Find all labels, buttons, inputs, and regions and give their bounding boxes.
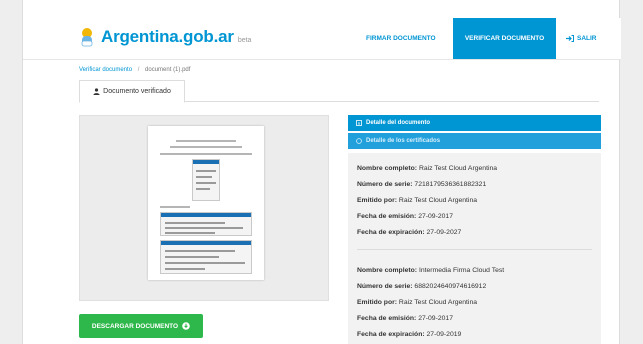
doc-text-line — [176, 140, 236, 142]
tab-documento-verificado[interactable]: Documento verificado — [79, 80, 185, 103]
nav-salir-label: SALIR — [577, 35, 597, 42]
verification-panel: Detalle del documento Detalle de los cer… — [348, 115, 601, 344]
info-icon — [356, 120, 362, 126]
tab-bar: Documento verificado — [79, 80, 599, 103]
certificate-card: Nombre completo: Raiz Test Cloud Argenti… — [357, 161, 497, 241]
document-page-thumbnail — [148, 126, 264, 280]
nav-firmar-documento[interactable]: FIRMAR DOCUMENTO — [360, 18, 442, 59]
logout-icon — [566, 35, 574, 42]
cert-field-nombre: Nombre completo: Intermedia Firma Cloud … — [357, 267, 505, 274]
download-icon — [182, 322, 190, 330]
certificates-detail-header[interactable]: Detalle de los certificados — [348, 133, 601, 149]
breadcrumb-separator: / — [137, 67, 140, 73]
cert-field-emitido: Emitido por: Raiz Test Cloud Argentina — [357, 299, 478, 306]
top-navbar: Argentina.gob.ar beta FIRMAR DOCUMENTO V… — [23, 18, 621, 60]
cert-field-serie: Número de serie: 7218179536361882321 — [357, 181, 487, 188]
cert-field-emitido: Emitido por: Raiz Test Cloud Argentina — [357, 197, 478, 204]
user-icon — [93, 88, 100, 95]
document-preview — [79, 115, 329, 301]
doc-text-line — [170, 146, 242, 148]
certificate-divider — [357, 249, 592, 250]
doc-embedded-screenshot — [160, 212, 252, 236]
breadcrumb-link[interactable]: Verificar documento — [79, 67, 132, 73]
certificate-card: Nombre completo: Intermedia Firma Cloud … — [357, 263, 504, 343]
cert-field-expiracion: Fecha de expiración: 27-09-2019 — [357, 331, 462, 338]
beta-badge: beta — [237, 36, 252, 44]
certificates-detail-title: Detalle de los certificados — [366, 138, 441, 144]
doc-text-line — [160, 206, 190, 208]
doc-embedded-screenshot — [160, 240, 252, 274]
download-document-button[interactable]: DESCARGAR DOCUMENTO — [79, 314, 203, 338]
nav-verificar-documento[interactable]: VERIFICAR DOCUMENTO — [453, 18, 556, 59]
doc-embedded-screenshot — [192, 159, 220, 201]
cert-field-nombre: Nombre completo: Raiz Test Cloud Argenti… — [357, 165, 498, 172]
argentina-emblem-icon — [81, 28, 93, 47]
app-frame: Argentina.gob.ar beta FIRMAR DOCUMENTO V… — [22, 0, 621, 344]
cert-field-emision: Fecha de emisión: 27-09-2017 — [357, 213, 453, 220]
cert-field-serie: Número de serie: 6882024640974616912 — [357, 283, 487, 290]
certificates-body: Nombre completo: Raiz Test Cloud Argenti… — [348, 153, 601, 344]
document-detail-header[interactable]: Detalle del documento — [348, 115, 601, 131]
document-detail-title: Detalle del documento — [366, 120, 431, 126]
certificate-icon — [356, 138, 362, 144]
cert-field-emision: Fecha de emisión: 27-09-2017 — [357, 315, 453, 322]
download-button-label: DESCARGAR DOCUMENTO — [91, 322, 179, 330]
breadcrumb: Verificar documento / document (1).pdf — [79, 67, 190, 73]
nav-salir[interactable]: SALIR — [560, 18, 603, 59]
brand-name: Argentina.gob.ar — [101, 27, 234, 46]
cert-field-expiracion: Fecha de expiración: 27-09-2027 — [357, 229, 462, 236]
tab-label: Documento verificado — [103, 88, 171, 95]
breadcrumb-current: document (1).pdf — [145, 67, 191, 73]
doc-text-line — [160, 153, 252, 155]
site-logo[interactable]: Argentina.gob.ar beta — [79, 26, 251, 48]
